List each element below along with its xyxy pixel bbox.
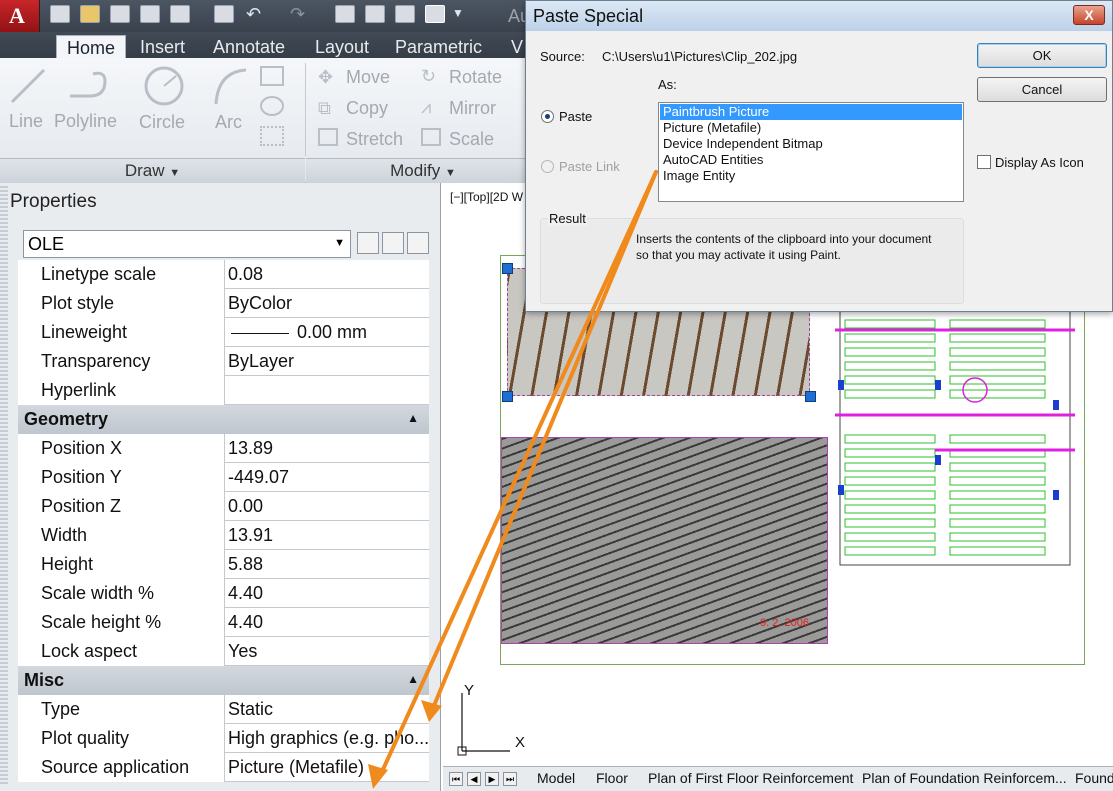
annotation-arrows [368,170,658,789]
